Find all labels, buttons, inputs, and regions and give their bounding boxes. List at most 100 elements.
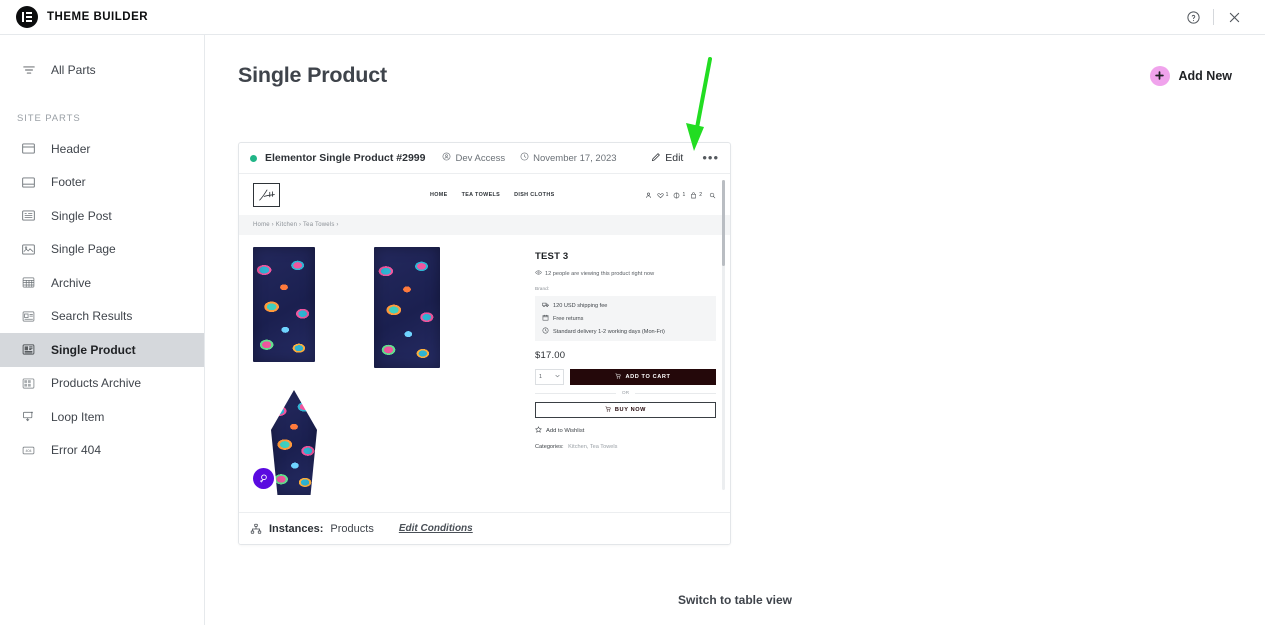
template-preview[interactable]: HOME TEA TOWELS DISH CLOTHS 1 1 2 Home ›… <box>239 174 730 513</box>
status-dot-icon <box>250 154 257 162</box>
sidebar-item-label: Archive <box>51 275 92 290</box>
magnifier-icon[interactable] <box>253 468 274 489</box>
pencil-icon <box>651 152 661 165</box>
brand: THEME BUILDER <box>0 6 148 28</box>
product-details: TEST 3 12 people are viewing this produc… <box>535 247 716 495</box>
product-title: TEST 3 <box>535 251 569 262</box>
edit-button[interactable]: Edit <box>651 152 683 165</box>
clock-icon <box>520 152 529 164</box>
buy-now-button[interactable]: BUY NOW <box>535 402 716 418</box>
sidebar-item-all-parts[interactable]: All Parts <box>0 53 204 87</box>
sidebar-item-label: Single Post <box>51 208 112 223</box>
wishlist-count: 1 <box>665 191 669 198</box>
template-card: Elementor Single Product #2999 Dev Acces… <box>238 142 731 545</box>
svg-text:404: 404 <box>25 449 31 453</box>
brand-name: THEME BUILDER <box>47 11 149 23</box>
viewing-text: 12 people are viewing this product right… <box>545 270 655 277</box>
single-product-icon <box>20 341 37 358</box>
sidebar-item-search-results[interactable]: Search Results <box>0 300 204 334</box>
edit-conditions-link[interactable]: Edit Conditions <box>399 523 473 534</box>
site-parts-heading: SITE PARTS <box>17 113 81 124</box>
or-separator: OR <box>535 391 716 396</box>
sidebar-item-error-404[interactable]: 404 Error 404 <box>0 434 204 468</box>
top-bar-actions <box>1176 0 1265 34</box>
sidebar-item-label: Search Results <box>51 309 133 324</box>
single-page-icon <box>20 241 37 258</box>
sidebar-item-single-post[interactable]: Single Post <box>0 199 204 233</box>
shipping-icon <box>542 301 549 310</box>
preview-scrollbar[interactable] <box>722 180 725 490</box>
info-text: Standard delivery 1-2 working days (Mon-… <box>553 328 665 335</box>
chevron-down-icon <box>555 374 560 380</box>
archive-grid-icon <box>20 274 37 291</box>
clock-delivery-icon <box>542 327 549 336</box>
access-meta: Dev Access <box>442 152 505 164</box>
sidebar-item-label: Footer <box>51 175 86 190</box>
cart-row: 1 ADD TO CART <box>535 369 716 385</box>
cart-bag-icon[interactable] <box>690 186 697 204</box>
categories-value[interactable]: Kitchen, Tea Towels <box>568 444 617 450</box>
all-parts-label: All Parts <box>51 63 96 77</box>
quantity-stepper[interactable]: 1 <box>535 369 564 385</box>
product-image[interactable] <box>253 247 315 362</box>
sidebar-item-loop-item[interactable]: Loop Item <box>0 400 204 434</box>
eye-icon <box>535 269 542 278</box>
preview-nav-item[interactable]: TEA TOWELS <box>462 192 501 198</box>
sidebar-item-single-product[interactable]: Single Product <box>0 333 204 367</box>
sidebar-item-label: Single Product <box>51 342 136 357</box>
app-top-bar: THEME BUILDER <box>0 0 1265 35</box>
divider <box>1213 9 1214 25</box>
product-image[interactable] <box>374 247 440 368</box>
sidebar-item-archive[interactable]: Archive <box>0 266 204 300</box>
cart-icon <box>615 373 622 381</box>
heart-wishlist-icon[interactable] <box>657 186 664 204</box>
error-404-icon: 404 <box>20 442 37 459</box>
info-row: Standard delivery 1-2 working days (Mon-… <box>542 327 709 336</box>
info-text: 120 USD shipping fee <box>553 302 608 309</box>
compare-icon[interactable] <box>673 186 680 204</box>
add-to-wishlist-button[interactable]: Add to Wishlist <box>535 426 716 435</box>
brand-label: Brand: <box>535 287 550 292</box>
edit-label: Edit <box>665 152 684 164</box>
card-header: Elementor Single Product #2999 Dev Acces… <box>239 143 730 174</box>
sidebar-item-single-page[interactable]: Single Page <box>0 233 204 267</box>
scrollbar-thumb[interactable] <box>722 180 725 266</box>
sidebar-item-header[interactable]: Header <box>0 132 204 166</box>
more-options-button[interactable]: ••• <box>691 151 719 164</box>
account-icon[interactable] <box>645 186 652 204</box>
sidebar-item-products-archive[interactable]: Products Archive <box>0 367 204 401</box>
sidebar-item-label: Products Archive <box>51 376 142 391</box>
handwritten-logo-icon <box>253 182 280 207</box>
search-icon[interactable] <box>709 186 716 204</box>
switch-view-label: Switch to table view <box>677 593 793 607</box>
plus-icon <box>1149 65 1170 86</box>
switch-to-table-view-link[interactable]: Switch to table view <box>205 593 1265 607</box>
sidebar-item-label: Header <box>51 141 91 156</box>
single-post-icon <box>20 207 37 224</box>
quantity-value: 1 <box>539 374 542 380</box>
preview-nav-item[interactable]: DISH CLOTHS <box>514 192 554 198</box>
add-new-button[interactable]: Add New <box>1149 65 1232 86</box>
add-to-cart-button[interactable]: ADD TO CART <box>570 369 716 385</box>
date-label: November 17, 2023 <box>533 152 617 164</box>
preview-nav-item[interactable]: HOME <box>430 192 448 198</box>
preview-product-body: TEST 3 12 people are viewing this produc… <box>239 235 730 495</box>
help-circle-icon[interactable] <box>1176 0 1210 34</box>
cart-icon <box>605 406 611 414</box>
product-info-box: 120 USD shipping fee Free returns Standa… <box>535 296 716 341</box>
date-meta: November 17, 2023 <box>520 152 617 164</box>
add-new-label: Add New <box>1178 68 1232 83</box>
sidebar-item-footer[interactable]: Footer <box>0 166 204 200</box>
info-text: Free returns <box>553 315 584 322</box>
main-content: Single Product Add New Elementor Single … <box>205 35 1265 625</box>
wishlist-label: Add to Wishlist <box>546 427 585 434</box>
info-row: Free returns <box>542 314 709 323</box>
sidebar: All Parts SITE PARTS Header Footer Singl… <box>0 35 205 625</box>
sidebar-item-label: Loop Item <box>51 409 105 424</box>
product-image[interactable] <box>271 390 317 495</box>
header-layout-icon <box>20 140 37 157</box>
close-x-icon[interactable] <box>1217 0 1251 34</box>
sidebar-item-label: Error 404 <box>51 443 102 458</box>
card-footer: Instances: Products Edit Conditions <box>239 513 730 544</box>
sidebar-item-label: Single Page <box>51 242 116 257</box>
